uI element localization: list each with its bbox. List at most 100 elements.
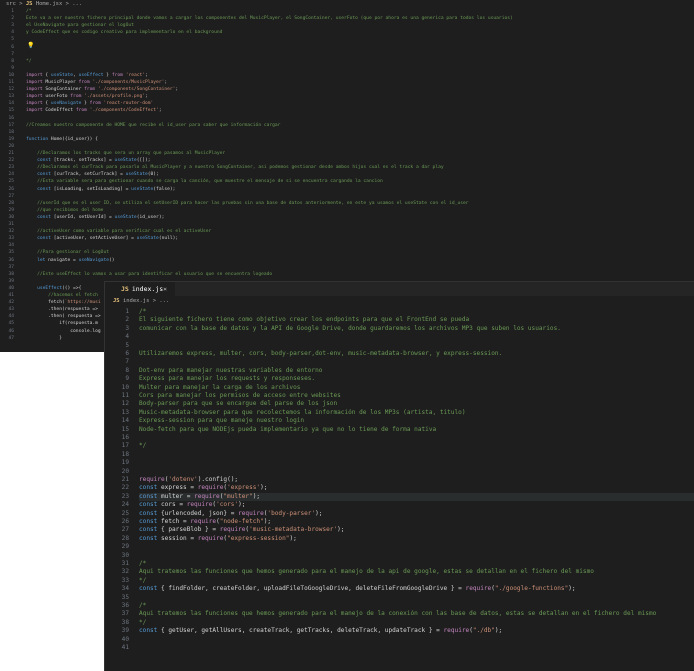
code-line[interactable]: let navigate = useNavigate() [26,258,115,263]
line-number: 19 [8,136,14,142]
code-line[interactable]: import { useNavigate } from 'react-route… [26,101,153,106]
line-number: 10 [121,383,129,391]
code-line[interactable]: /* [26,9,32,14]
line-number: 7 [11,51,14,57]
line-number: 29 [8,207,14,213]
code-line[interactable]: Este va a ser nuestro fichero principal … [26,16,513,21]
code-line[interactable]: const [curTrack, setCurTrack] = useState… [26,172,159,177]
line-number: 31 [121,560,129,567]
line-number: 21 [121,476,129,483]
line-number: 31 [8,222,14,227]
code-line[interactable]: import MusicPlayer from './components/Mu… [26,80,167,85]
code-line[interactable]: Multer para manejar la carga de los arch… [139,384,300,391]
line-number: 10 [8,72,14,78]
breadcrumb[interactable]: JS index.js > ... [105,296,694,307]
code-line[interactable]: const [tracks, setTracks] = useState([])… [26,158,150,163]
line-number: 19 [121,459,129,467]
line-number: 2 [125,316,129,324]
code-line[interactable]: y CodeEffect que es codigo creativo para… [26,30,222,35]
lightbulb-icon[interactable]: 💡 [27,42,34,49]
code-line[interactable]: //Creamos nuestro componente de HOME que… [26,123,280,128]
code-line[interactable]: //Este useEffect lo vamos a usar para id… [26,272,272,277]
code-line[interactable]: //Esta variable sera para gestionar cuan… [26,179,383,184]
breadcrumb-file[interactable]: Home.jsx [36,1,63,7]
code-line[interactable]: */ [139,577,146,584]
tab-label: index.js [131,285,164,293]
code-line[interactable]: //Declaramos los tracks que sera un arra… [26,151,225,156]
code-line[interactable]: //Para gestionar el LogOut [26,250,109,255]
line-number: 45 [8,321,14,327]
line-number: 36 [121,602,129,609]
code-line[interactable]: const fetch = require("node-fetch"); [139,518,271,525]
code-line[interactable]: */ [139,619,146,626]
code-line[interactable]: el UseNavigate para gestionar el logOut [26,23,134,28]
code-line[interactable]: Body-parser para que se encargue del par… [139,400,337,407]
code-line[interactable]: /* [139,560,146,567]
breadcrumb-rest[interactable]: > ... [66,1,83,7]
code-line[interactable]: /* [139,308,146,315]
breadcrumb-file[interactable]: index.js [123,298,150,304]
close-icon[interactable]: × [163,282,167,296]
code-line[interactable]: } [26,336,62,341]
code-line[interactable]: if(respuesta.m [26,321,98,326]
breadcrumb-folder[interactable]: src [6,1,16,7]
breadcrumb[interactable]: src > JS Home.jsx > ... [0,0,694,9]
code-line[interactable]: comunicar con la base de datos y la API … [139,325,561,332]
line-number: 29 [121,543,129,551]
code-line[interactable]: Aqui tratemos las funciones que hemos ge… [139,610,656,617]
code-line[interactable]: useEffect(() =>{ [26,286,81,291]
line-number: 37 [121,610,129,618]
breadcrumb-separator: > [19,1,23,7]
line-number: 32 [121,568,129,576]
tab-index-js[interactable]: JS index.js × [105,282,175,296]
code-line[interactable]: Express-session para que maneje nuestro … [139,417,304,424]
code-line[interactable]: const { getUser, getAllUsers, createTrac… [139,627,502,634]
code-line[interactable]: const {urlencoded, json} = require('body… [139,510,322,517]
code-line[interactable]: Music-metadata-browser para que recolect… [139,409,466,416]
code-line[interactable]: const session = require("express-session… [139,535,297,542]
line-number: 18 [121,450,129,458]
code-line[interactable]: //hacemos el fetch [26,293,98,298]
code-line[interactable]: function Home({id_user}) { [26,137,98,142]
code-line[interactable]: const multer = require("multer"); [139,493,260,500]
code-line[interactable]: //userId que es el user ID, se utiliza e… [26,201,468,206]
code-line[interactable]: const cors = require('cors'); [139,501,245,508]
code-line[interactable]: .then(respuesta => [26,307,98,312]
code-line[interactable]: import userFoto from './assets/profile.p… [26,94,148,99]
code-line[interactable]: El siguiente fichero tiene como objetivo… [139,316,469,323]
code-line[interactable]: /* [139,602,146,609]
code-line[interactable]: */ [139,442,146,449]
line-number: 7 [125,358,129,366]
line-number: 39 [8,278,14,284]
code-line[interactable]: */ [26,59,32,64]
index-editor-window: JS index.js × JS index.js > ... 1/* 2 El si… [104,281,694,671]
code-line[interactable]: import SongContainer from './components/… [26,87,178,92]
code-line[interactable]: const { findFolder, createFolder, upload… [139,585,576,592]
code-line[interactable]: import CodeEffect from './components/Cod… [26,108,162,113]
code-line[interactable]: const [isLoading, setIsLoading] = useSta… [26,187,175,192]
breadcrumb-rest[interactable]: > ... [153,298,170,304]
code-line[interactable]: //que recibimos del home [26,208,103,213]
code-line[interactable]: import { useState, useEffect } from 'rea… [26,73,148,78]
code-line[interactable]: require('dotenv').config(); [139,476,238,483]
code-line[interactable]: console.log [26,329,100,334]
code-line[interactable]: Cors para manejar los permisos de acceso… [139,392,341,399]
code-line[interactable]: const { parseBlob } = require('music-met… [139,526,344,533]
line-number: 40 [8,285,14,291]
code-line[interactable]: //activeUser como variable para verifica… [26,229,211,234]
code-line[interactable]: Aqui tratemos las funciones que hemos ge… [139,568,594,575]
code-line[interactable]: fetch(`https://musi [26,300,101,305]
line-number: 14 [8,101,14,107]
line-number: 2 [11,16,14,22]
line-number: 24 [121,501,129,509]
code-line[interactable]: const [activeUser, setActiveUser] = useS… [26,236,178,241]
code-line[interactable]: const express = require('express'); [139,484,267,491]
line-number: 33 [121,576,129,584]
code-line[interactable]: .then( respuesta => [26,314,101,319]
code-line[interactable]: Utilizaremos express, multer, cors, body… [139,350,502,357]
code-line[interactable]: Express para manejar los requests y resp… [139,375,315,382]
code-line[interactable]: //Declaramos el curTrack para pasarlo al… [26,165,444,170]
code-line[interactable]: Node-fetch para que NODEjs pueda impleme… [139,426,436,433]
code-line[interactable]: const [userId, setUserId] = useState(id_… [26,215,164,220]
code-line[interactable]: Dot-env para manejar nuestras variables … [139,367,322,374]
